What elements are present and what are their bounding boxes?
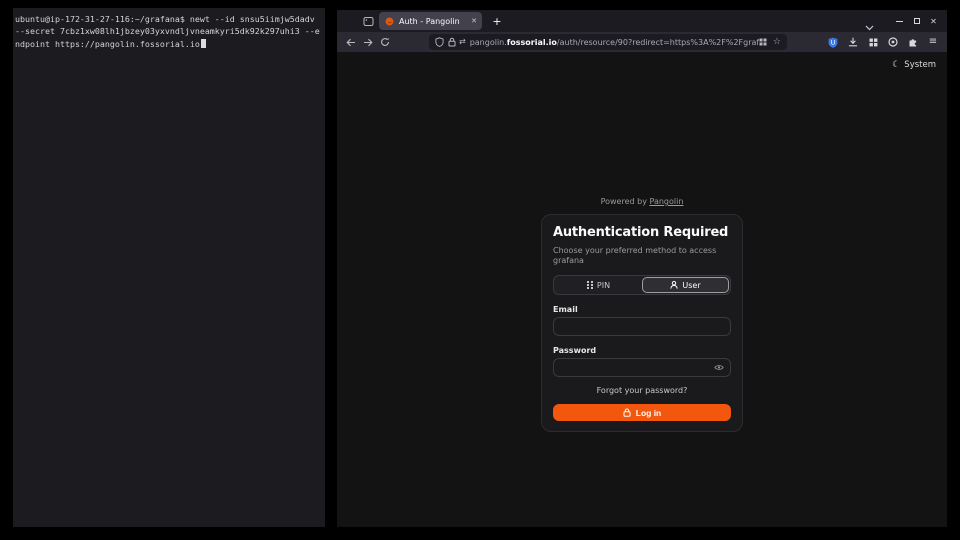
tab-close-icon[interactable]: ✕ — [471, 18, 477, 25]
url-text: pangolin.fossorial.io/auth/resource/90?r… — [470, 38, 759, 47]
lock-icon[interactable] — [448, 37, 456, 47]
login-lock-icon — [623, 408, 631, 417]
pangolin-link[interactable]: Pangolin — [649, 197, 683, 206]
pangolin-favicon-icon — [385, 17, 394, 26]
tab-user-label: User — [682, 281, 700, 290]
close-window-button[interactable]: ✕ — [925, 10, 942, 32]
desktop: ubuntu@ip-172-31-27-116:~/grafana$ newt … — [0, 0, 960, 540]
url-bar[interactable]: ⇄ pangolin.fossorial.io/auth/resource/90… — [429, 34, 787, 50]
tracking-protection-shield-icon[interactable] — [435, 37, 444, 47]
permissions-icon[interactable]: ⇄ — [459, 38, 466, 46]
tab-user[interactable]: User — [642, 277, 729, 293]
window-controls: ✕ — [891, 10, 942, 32]
tab-pin[interactable]: PIN — [555, 277, 642, 293]
moon-icon: ☾ — [892, 61, 900, 70]
forward-button[interactable] — [359, 34, 376, 50]
login-button-label: Log in — [636, 408, 662, 418]
tab-title: Auth - Pangolin — [399, 17, 460, 26]
auth-column: Powered by Pangolin Authentication Requi… — [541, 197, 743, 432]
auth-subtitle: Choose your preferred method to access g… — [553, 246, 731, 266]
auth-title: Authentication Required — [553, 225, 731, 241]
user-icon — [670, 281, 678, 289]
account-circle-icon[interactable] — [887, 37, 899, 47]
email-label: Email — [553, 305, 731, 315]
password-label: Password — [553, 346, 731, 356]
browser-titlebar: Auth - Pangolin ✕ + ✕ — [337, 10, 947, 32]
svg-text:U: U — [831, 38, 836, 46]
terminal-line: ndpoint https://pangolin.fossorial.io — [15, 38, 323, 50]
theme-toggle-label: System — [904, 60, 936, 70]
maximize-button[interactable] — [908, 10, 925, 32]
firefox-view-icon[interactable] — [362, 15, 375, 28]
list-tabs-chevron-icon[interactable] — [865, 16, 874, 35]
browser-toolbar: ⇄ pangolin.fossorial.io/auth/resource/90… — [337, 32, 947, 53]
reload-button[interactable] — [376, 34, 393, 50]
email-input[interactable] — [560, 322, 724, 332]
theme-toggle[interactable]: ☾ System — [892, 60, 936, 70]
containers-grid-icon[interactable] — [759, 38, 767, 46]
password-input[interactable] — [560, 363, 714, 373]
login-button[interactable]: Log in — [553, 404, 731, 421]
auth-method-tabs: PIN User — [553, 275, 731, 295]
minimize-button[interactable] — [891, 10, 908, 32]
toolbar-extensions-area: U ≡ — [827, 37, 942, 48]
page-content: ☾ System Powered by Pangolin Authenticat… — [337, 53, 947, 527]
pin-keypad-icon — [587, 281, 593, 289]
new-tab-button[interactable]: + — [489, 13, 505, 29]
browser-tab[interactable]: Auth - Pangolin ✕ — [379, 12, 482, 30]
terminal-line: ubuntu@ip-172-31-27-116:~/grafana$ newt … — [15, 13, 323, 25]
tab-pin-label: PIN — [597, 281, 610, 290]
extensions-grid-icon[interactable] — [867, 38, 879, 47]
forgot-password-link[interactable]: Forgot your password? — [553, 386, 731, 396]
powered-by: Powered by Pangolin — [541, 197, 743, 206]
terminal-cursor — [201, 39, 206, 48]
downloads-icon[interactable] — [847, 37, 859, 47]
menu-hamburger-icon[interactable]: ≡ — [927, 37, 939, 47]
back-button[interactable] — [342, 34, 359, 50]
terminal-line: --secret 7cbz1xw08lh1jbzey03yxvndljvneam… — [15, 25, 323, 37]
password-field-wrap — [553, 358, 731, 377]
bookmark-star-icon[interactable]: ☆ — [773, 38, 781, 47]
bitwarden-extension-icon[interactable]: U — [827, 37, 839, 48]
show-password-eye-icon[interactable] — [714, 364, 724, 371]
browser-window: Auth - Pangolin ✕ + ✕ — [337, 10, 947, 527]
auth-card: Authentication Required Choose your pref… — [541, 214, 743, 432]
extensions-puzzle-icon[interactable] — [907, 37, 919, 47]
email-field-wrap — [553, 317, 731, 336]
terminal-window[interactable]: ubuntu@ip-172-31-27-116:~/grafana$ newt … — [13, 8, 325, 527]
